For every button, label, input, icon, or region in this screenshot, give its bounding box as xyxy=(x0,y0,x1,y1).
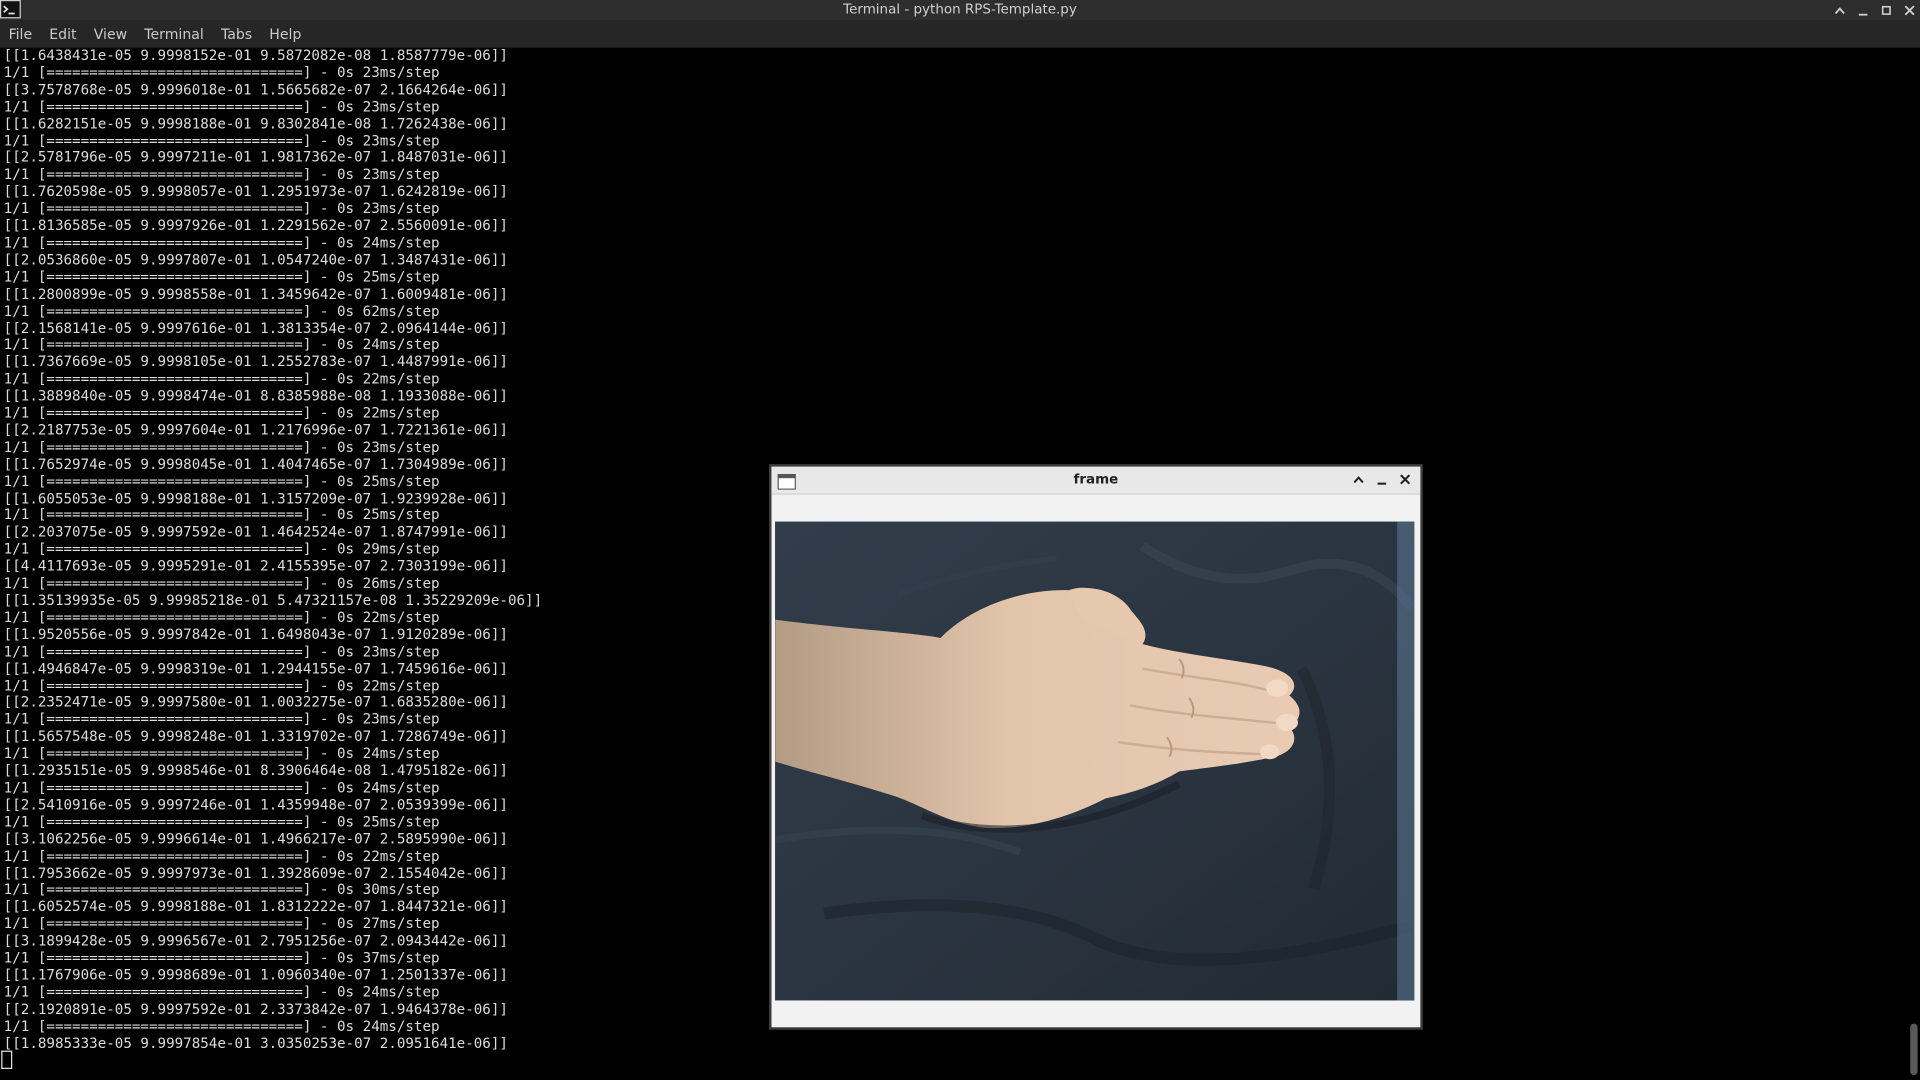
terminal-line: [[2.2352471e-05 9.9997580e-01 1.0032275e… xyxy=(3,693,508,711)
frame-toolbar xyxy=(775,494,1415,521)
terminal-line: [[3.7578768e-05 9.9996018e-01 1.5665682e… xyxy=(3,80,508,98)
window-title: Terminal - python RPS-Template.py xyxy=(843,1,1077,18)
terminal-line: [[1.5657548e-05 9.9998248e-01 1.3319702e… xyxy=(3,727,508,745)
terminal-line: 1/1 [==============================] - 0… xyxy=(3,301,440,320)
terminal-line: [[2.2187753e-05 9.9997604e-01 1.2176996e… xyxy=(3,421,508,439)
terminal-line: [[4.4117693e-05 9.9995291e-01 2.4155395e… xyxy=(3,557,508,575)
terminal-titlebar[interactable]: Terminal - python RPS-Template.py xyxy=(0,0,1920,21)
terminal-line: [[1.2935151e-05 9.9998546e-01 8.3906464e… xyxy=(3,761,508,779)
terminal-line: 1/1 [==============================] - 0… xyxy=(3,199,440,217)
frame-window[interactable]: frame xyxy=(770,465,1422,1029)
terminal-line: 1/1 [==============================] - 0… xyxy=(3,1017,440,1035)
maximize-icon[interactable] xyxy=(1878,1,1894,18)
terminal-line: [[2.1568141e-05 9.9997616e-01 1.3813354e… xyxy=(3,318,508,337)
terminal-line: 1/1 [==============================] - 0… xyxy=(3,131,440,149)
terminal-line: 1/1 [==============================] - 0… xyxy=(3,438,440,456)
terminal-line: [[1.35139935e-05 9.99985218e-01 5.473211… xyxy=(3,591,543,609)
terminal-line: 1/1 [==============================] - 0… xyxy=(3,983,440,1001)
terminal-cursor xyxy=(1,1050,13,1069)
terminal-line: 1/1 [==============================] - 0… xyxy=(3,506,440,524)
terminal-line: [[1.3889840e-05 9.9998474e-01 8.8385988e… xyxy=(3,387,508,405)
terminal-line: [[2.5410916e-05 9.9997246e-01 1.4359948e… xyxy=(3,795,508,813)
terminal-line: 1/1 [==============================] - 0… xyxy=(3,165,440,183)
frame-title: frame xyxy=(1073,471,1119,488)
terminal-line: [[2.1920891e-05 9.9997592e-01 2.3373842e… xyxy=(3,1000,508,1018)
terminal-scrollbar[interactable] xyxy=(1907,47,1920,1080)
webcam-video xyxy=(775,521,1415,1001)
terminal-line: 1/1 [==============================] - 0… xyxy=(3,608,440,626)
terminal-line: [[1.7953662e-05 9.9997973e-01 1.3928609e… xyxy=(3,863,508,882)
terminal-line: [[1.8985333e-05 9.9997854e-01 3.0350253e… xyxy=(3,1034,508,1052)
menubar: File Edit View Terminal Tabs Help xyxy=(0,20,1920,48)
terminal-line: [[1.8136585e-05 9.9997926e-01 1.2291562e… xyxy=(3,216,508,234)
terminal-line: 1/1 [==============================] - 0… xyxy=(3,812,440,830)
terminal-line: [[2.0536860e-05 9.9997807e-01 1.0547240e… xyxy=(3,250,508,269)
frame-titlebar[interactable]: frame xyxy=(771,466,1421,495)
menu-view[interactable]: View xyxy=(85,21,136,48)
terminal-line: 1/1 [==============================] - 0… xyxy=(3,472,440,490)
close-icon[interactable] xyxy=(1902,1,1918,18)
terminal-line: 1/1 [==============================] - 0… xyxy=(3,949,440,967)
chevron-up-icon[interactable] xyxy=(1832,1,1848,18)
terminal-line: [[1.9520556e-05 9.9997842e-01 1.6498043e… xyxy=(3,625,508,643)
menu-tabs[interactable]: Tabs xyxy=(212,21,260,48)
terminal-line: [[1.7367669e-05 9.9998105e-01 1.2552783e… xyxy=(3,353,508,371)
minimize-icon[interactable] xyxy=(1374,470,1390,488)
terminal-line: [[1.2800899e-05 9.9998558e-01 1.3459642e… xyxy=(3,284,508,303)
terminal-line: [[1.6282151e-05 9.9998188e-01 9.8302841e… xyxy=(3,114,508,132)
terminal-line: 1/1 [==============================] - 0… xyxy=(3,914,440,933)
terminal-line: [[1.6055053e-05 9.9998188e-01 1.3157209e… xyxy=(3,489,508,507)
terminal-output: [[1.6438431e-05 9.9998152e-01 9.5872082e… xyxy=(3,46,543,1053)
chevron-up-icon[interactable] xyxy=(1351,470,1367,488)
terminal-line: [[1.6052574e-05 9.9998188e-01 1.8312222e… xyxy=(3,897,508,916)
terminal-line: 1/1 [==============================] - 0… xyxy=(3,880,440,899)
terminal-line: [[3.1899428e-05 9.9996567e-01 2.7951256e… xyxy=(3,931,508,950)
menu-edit[interactable]: Edit xyxy=(41,21,85,48)
terminal-line: 1/1 [==============================] - 0… xyxy=(3,404,440,422)
minimize-icon[interactable] xyxy=(1855,1,1871,18)
terminal-line: 1/1 [==============================] - 0… xyxy=(3,846,440,864)
terminal-line: 1/1 [==============================] - 0… xyxy=(3,676,440,694)
terminal-line: 1/1 [==============================] - 0… xyxy=(3,97,440,115)
terminal-line: [[1.7620598e-05 9.9998057e-01 1.2951973e… xyxy=(3,182,508,200)
scrollbar-thumb[interactable] xyxy=(1910,1023,1918,1076)
terminal-line: 1/1 [==============================] - 0… xyxy=(3,336,440,354)
terminal-line: [[2.5781796e-05 9.9997211e-01 1.9817362e… xyxy=(3,148,508,166)
terminal-line: [[2.2037075e-05 9.9997592e-01 1.4642524e… xyxy=(3,523,508,541)
terminal-line: 1/1 [==============================] - 0… xyxy=(3,370,440,388)
frame-statusbar xyxy=(775,1001,1415,1023)
terminal-line: [[1.6438431e-05 9.9998152e-01 9.5872082e… xyxy=(3,46,508,64)
terminal-line: [[3.1062256e-05 9.9996614e-01 1.4966217e… xyxy=(3,829,508,847)
menu-terminal[interactable]: Terminal xyxy=(136,21,213,48)
desktop: Terminal - python RPS-Template.py File E… xyxy=(0,0,1920,1080)
terminal-line: [[1.4946847e-05 9.9998319e-01 1.2944155e… xyxy=(3,659,508,677)
terminal-line: 1/1 [==============================] - 0… xyxy=(3,267,440,286)
terminal-line: 1/1 [==============================] - 0… xyxy=(3,642,440,660)
terminal-line: 1/1 [==============================] - 0… xyxy=(3,778,440,796)
terminal-line: [[1.1767906e-05 9.9998689e-01 1.0960340e… xyxy=(3,966,508,984)
terminal-line: 1/1 [==============================] - 0… xyxy=(3,63,440,81)
terminal-line: [[1.7652974e-05 9.9998045e-01 1.4047465e… xyxy=(3,455,508,473)
menu-file[interactable]: File xyxy=(0,21,41,48)
terminal-line: 1/1 [==============================] - 0… xyxy=(3,233,440,251)
menu-help[interactable]: Help xyxy=(261,21,310,48)
terminal-line: 1/1 [==============================] - 0… xyxy=(3,744,440,762)
terminal-line: 1/1 [==============================] - 0… xyxy=(3,540,440,558)
close-icon[interactable] xyxy=(1397,470,1413,488)
terminal-line: 1/1 [==============================] - 0… xyxy=(3,574,440,592)
terminal-line: 1/1 [==============================] - 0… xyxy=(3,710,440,728)
